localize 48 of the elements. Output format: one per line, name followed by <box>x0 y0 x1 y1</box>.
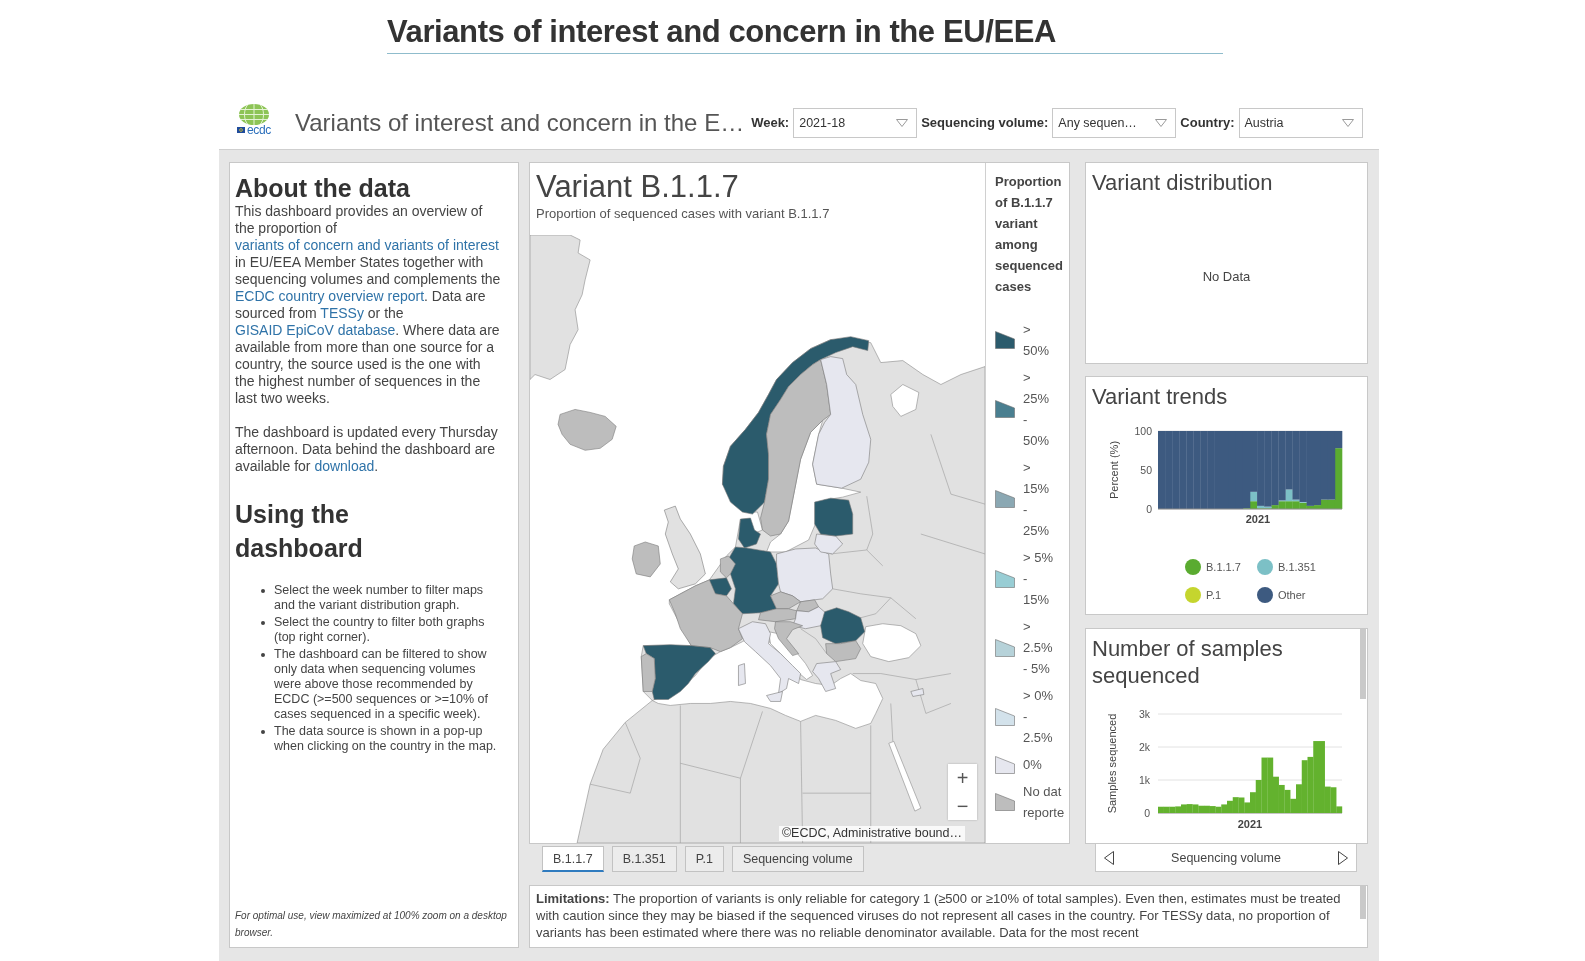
list-item-text: Select the country to filter both graphs (top right corner). <box>274 615 486 645</box>
legend-label: Other <box>1278 589 1306 601</box>
axis-tick-label: 100 <box>1134 425 1152 437</box>
axis-tick-label: 1k <box>1138 774 1150 786</box>
filter-label: Country: <box>1180 115 1235 130</box>
limitations-text: Limitations: The proportion of variants is only reliable for category 1 (≥500 or ≥10% of total samples). Even then, estimates must be treated with caution since they may be biased if the sequenced viruses do not represent all cases in the country. For TESSy data, no proportion of variants has been estimated where there was no reliable denominator available. Data for the most recent <box>536 890 1342 941</box>
filter-label: Sequencing volume: <box>921 115 1049 130</box>
legend-label: 0% <box>1023 756 1043 774</box>
map-attribution: ©ECDC, Administrative bound… <box>778 826 965 841</box>
map-subtitle: Proportion of sequenced cases with variant B.1.1.7 <box>536 205 831 222</box>
axis-title: Percent (%) <box>1108 440 1120 500</box>
legend-label: B.1.351 <box>1278 561 1316 573</box>
section-heading: Using the dashboard <box>235 499 364 564</box>
footnote-text: For optimal use, view maximized at 100% zoom on a desktop browser. <box>235 909 508 940</box>
panel-title: Number of samples sequenced <box>1092 635 1284 689</box>
map-title: Variant B.1.1.7 <box>536 169 740 205</box>
axis-title: Samples sequenced <box>1106 713 1118 814</box>
nav-label: Sequencing volume <box>1171 850 1281 865</box>
axis-title: 2021 <box>1245 513 1271 525</box>
info-paragraph: The dashboard is updated every Thursday afternoon. Data behind the dashboard are available for download. <box>235 424 499 475</box>
legend-title: Proportion of B.1.1.7 variant among sequenced cases <box>995 173 1064 296</box>
axis-tick-label: 0 <box>1146 503 1152 515</box>
filter-label: Week: <box>751 115 790 130</box>
axis-tick-label: 50 <box>1140 464 1152 476</box>
legend-label: > 5% - 15% <box>1023 549 1054 609</box>
no-data-message: No Data <box>1202 269 1251 284</box>
dashboard-title: Variants of interest and concern in the E… <box>295 108 745 137</box>
list-item-text: The dashboard can be filtered to show only data when sequencing volumes were above those recommended by ECDC (>=500 sequences or >=10% of cases sequenced in a specific week). <box>274 647 490 722</box>
legend-label: > 2.5% - 5% <box>1023 618 1054 678</box>
section-heading: About the data <box>235 173 411 203</box>
panel-title: Variant trends <box>1092 383 1229 410</box>
legend-label: > 0% - 2.5% <box>1023 687 1054 747</box>
legend-label: B.1.1.7 <box>1206 561 1241 573</box>
logo-text: ecdc <box>246 122 272 137</box>
legend-label: > 25% - 50% <box>1023 369 1051 450</box>
axis-tick-label: 2k <box>1138 741 1150 753</box>
axis-tick-label: 0 <box>1144 807 1150 819</box>
panel-title: Variant distribution <box>1092 169 1274 196</box>
info-paragraph: This dashboard provides an overview of the proportion of variants of concern and variants of interest in EU/EEA Member States together with sequencing volumes and complements the ECDC country overview report. Data are sourced from TESSy or the GISAID EpiCoV database. Where data are available from more than one source for a country, the source used is the one with the highest number of sequences in the last two weeks. <box>235 203 501 407</box>
axis-tick-label: 3k <box>1138 708 1150 720</box>
list-item-text: Select the week number to filter maps and the variant distribution graph. <box>274 583 485 613</box>
legend-label: > 15% - 25% <box>1023 459 1051 540</box>
legend-label: > 50% <box>1023 321 1051 360</box>
legend-label: P.1 <box>1206 589 1222 601</box>
page-title: Variants of interest and concern in the EU/EEA <box>387 13 1056 51</box>
list-item-text: The data source is shown in a pop-up when clicking on the country in the map. <box>274 724 498 754</box>
legend-label: No dat reporte <box>1023 783 1065 822</box>
axis-title: 2021 <box>1237 818 1263 830</box>
